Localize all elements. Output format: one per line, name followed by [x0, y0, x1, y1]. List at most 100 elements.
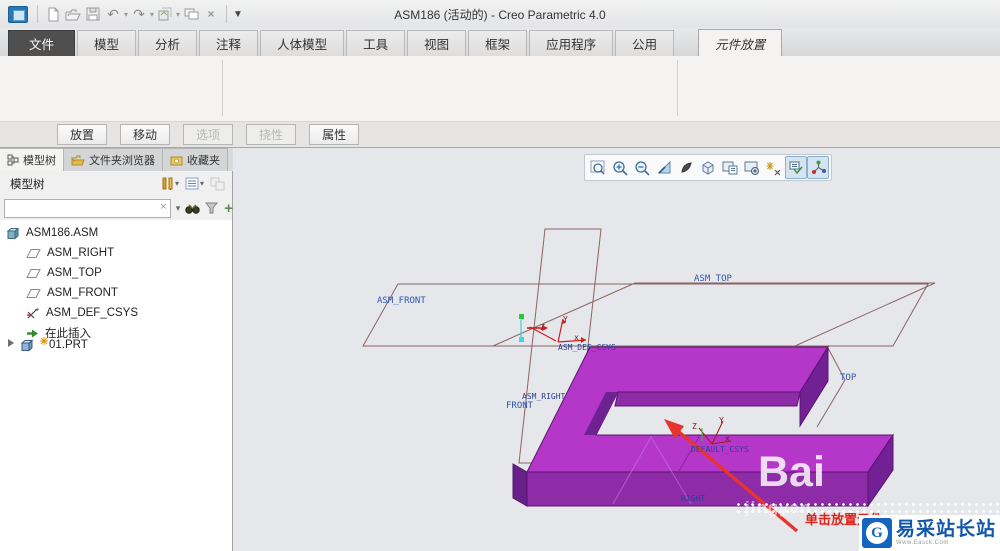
- panel-tab-options: 选项: [183, 124, 234, 145]
- asm-def-csys-triad[interactable]: Z Y x: [529, 315, 587, 343]
- label-asm-right[interactable]: ASM_RIGHT: [522, 392, 566, 401]
- tree-item-asm-right[interactable]: ASM_RIGHT: [26, 243, 114, 263]
- label-asm-def-csys[interactable]: ASM_DEF_CSYS: [558, 343, 616, 352]
- tree-settings-icon: [210, 177, 225, 191]
- search-input[interactable]: [7, 200, 155, 216]
- customize-qat-icon[interactable]: ▼: [233, 9, 243, 20]
- favorites-icon: [170, 156, 183, 165]
- saved-orientations-icon[interactable]: [697, 156, 719, 179]
- part-icon: [20, 339, 34, 352]
- display-style-icon[interactable]: [675, 156, 697, 179]
- asm-front-plane[interactable]: [362, 283, 929, 347]
- tab-folder-browser[interactable]: 文件夹浏览器: [64, 148, 163, 171]
- tab-component-placement[interactable]: 元件放置: [698, 29, 783, 56]
- tree-item-asm-def-csys[interactable]: ASM_DEF_CSYS: [26, 303, 138, 323]
- tab-file[interactable]: 文件: [8, 30, 76, 56]
- datum-planes[interactable]: [362, 228, 936, 464]
- open-file-icon[interactable]: [63, 4, 83, 24]
- move-dragger[interactable]: [519, 314, 548, 342]
- close-window-icon[interactable]: ×: [201, 4, 221, 24]
- tree-item-part[interactable]: 01.PRT: [20, 335, 88, 355]
- dragger-red-arrow[interactable]: [542, 325, 548, 331]
- tab-framework[interactable]: 框架: [468, 30, 528, 56]
- assembly-icon: [6, 227, 20, 240]
- axis-y-label: Y: [563, 315, 568, 324]
- tree-columns-dropdown-icon[interactable]: ▾: [200, 179, 204, 188]
- datum-plane-icon: [26, 288, 41, 299]
- tree-search-row: × ▾ +: [0, 196, 233, 220]
- display-settings-icon[interactable]: [741, 156, 763, 179]
- tab-manikin[interactable]: 人体模型: [260, 30, 345, 56]
- tree-item-asm-top[interactable]: ASM_TOP: [26, 263, 102, 283]
- save-icon[interactable]: [83, 4, 103, 24]
- dragger-cyan-handle[interactable]: [519, 337, 524, 342]
- annotation-display-icon[interactable]: [785, 156, 807, 179]
- csys-icon: [26, 307, 40, 320]
- search-dropdown-icon[interactable]: ▾: [176, 203, 181, 214]
- label-asm-front[interactable]: ASM_FRONT: [377, 296, 426, 306]
- part-left-face[interactable]: [512, 463, 528, 507]
- model-tree-title: 模型树: [10, 178, 45, 191]
- clear-search-icon[interactable]: ×: [160, 201, 166, 213]
- windows-icon[interactable]: [181, 4, 201, 24]
- feature-note-star-icon: [40, 337, 48, 347]
- graphics-area[interactable]: Z Y x Z Y x: [233, 148, 1000, 551]
- regenerate-dropdown-icon[interactable]: ▾: [176, 10, 180, 19]
- label-default-csys[interactable]: DEFAULT_CSYS: [691, 445, 749, 454]
- repaint-icon[interactable]: [653, 156, 675, 179]
- tab-analysis[interactable]: 分析: [138, 30, 198, 56]
- divider: [226, 5, 228, 23]
- add-filter-icon[interactable]: +: [224, 200, 233, 217]
- tab-model-tree[interactable]: 模型树: [0, 148, 64, 171]
- tab-applications[interactable]: 应用程序: [529, 30, 614, 56]
- label-right[interactable]: RIGHT: [681, 494, 705, 503]
- tab-utilities[interactable]: 公用: [615, 30, 675, 56]
- tree-columns-icon[interactable]: [185, 177, 199, 190]
- tree-item-asm-front[interactable]: ASM_FRONT: [26, 283, 118, 303]
- creo-app-icon[interactable]: [8, 5, 28, 23]
- axis-y-label: Y: [719, 416, 724, 425]
- dragger-green-handle[interactable]: [519, 314, 524, 319]
- panel-tab-move[interactable]: 移动: [120, 124, 171, 145]
- tab-annotate[interactable]: 注释: [199, 30, 259, 56]
- panel-tab-properties[interactable]: 属性: [309, 124, 360, 145]
- easck-logo-icon: G: [862, 518, 892, 548]
- axis-x-label: x: [574, 333, 579, 342]
- tab-favorites[interactable]: 收藏夹: [163, 148, 228, 171]
- 3d-scene: Z Y x Z Y x: [362, 228, 936, 533]
- label-top[interactable]: TOP: [840, 373, 857, 383]
- tree-item-assembly[interactable]: ASM186.ASM: [6, 223, 98, 243]
- zoom-in-icon[interactable]: [609, 156, 631, 179]
- expand-arrow-icon[interactable]: [8, 339, 14, 347]
- search-box[interactable]: ×: [4, 198, 171, 218]
- zoom-out-icon[interactable]: [631, 156, 653, 179]
- tree-filters-icon[interactable]: [161, 177, 174, 191]
- tab-tools[interactable]: 工具: [346, 30, 406, 56]
- refit-icon[interactable]: [587, 156, 609, 179]
- component-01-prt[interactable]: [512, 345, 894, 508]
- divider: [677, 60, 678, 116]
- filter-icon[interactable]: [205, 202, 219, 214]
- find-binoculars-icon[interactable]: [185, 203, 200, 214]
- view-manager-icon[interactable]: [719, 156, 741, 179]
- label-asm-top[interactable]: ASM_TOP: [694, 274, 733, 284]
- redo-dropdown-icon[interactable]: ▾: [150, 10, 154, 19]
- main-area: 模型树 文件夹浏览器 收藏夹 模型树 ▾ ▾ × ▾ + ASM186.ASM …: [0, 148, 1000, 551]
- navigator-panel: 模型树 文件夹浏览器 收藏夹 模型树 ▾ ▾ × ▾ + ASM186.ASM …: [0, 148, 233, 551]
- navigator-tabs: 模型树 文件夹浏览器 收藏夹: [0, 148, 233, 171]
- undo-dropdown-icon[interactable]: ▾: [124, 10, 128, 19]
- datum-display-icon[interactable]: [763, 156, 785, 179]
- site-name: 易采站长站: [896, 519, 997, 540]
- spin-center-icon[interactable]: [807, 156, 829, 179]
- redo-icon[interactable]: ↷: [129, 4, 149, 24]
- regenerate-icon[interactable]: [155, 4, 175, 24]
- model-tree-icon: [7, 154, 19, 166]
- tree-filters-dropdown-icon[interactable]: ▾: [175, 179, 179, 188]
- tab-model[interactable]: 模型: [77, 30, 137, 56]
- panel-tab-placement[interactable]: 放置: [57, 124, 108, 145]
- label-front[interactable]: FRONT: [506, 401, 534, 411]
- tab-view[interactable]: 视图: [407, 30, 467, 56]
- undo-icon[interactable]: ↶: [103, 4, 123, 24]
- new-file-icon[interactable]: [43, 4, 63, 24]
- part-back-arm-front-face[interactable]: [614, 391, 801, 407]
